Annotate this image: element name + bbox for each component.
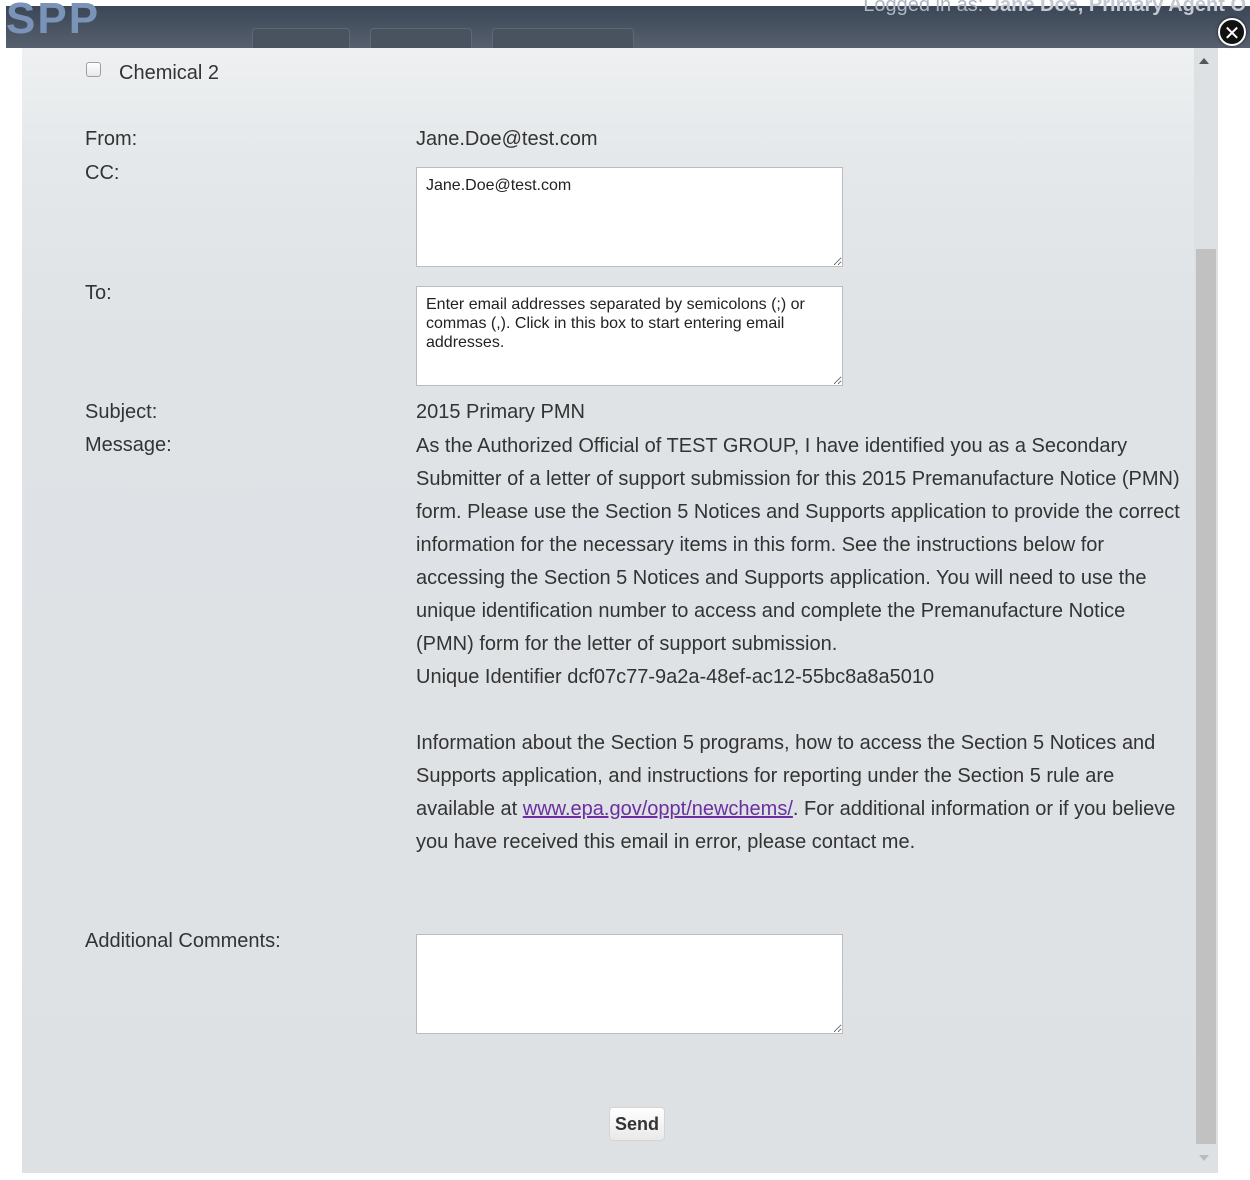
- epa-newchems-link[interactable]: www.epa.gov/oppt/newchems/: [523, 798, 793, 820]
- additional-comments-field[interactable]: [416, 934, 843, 1034]
- modal-scrollbar[interactable]: [1194, 48, 1218, 1173]
- to-label: To:: [85, 282, 112, 304]
- from-label: From:: [85, 128, 138, 150]
- modal-content: Chemical 2 From: Jane.Doe@test.com CC: J…: [22, 48, 1194, 1173]
- cc-label: CC:: [85, 162, 120, 184]
- from-value: Jane.Doe@test.com: [416, 128, 598, 150]
- send-button[interactable]: Send: [609, 1107, 665, 1141]
- message-paragraph: Information about the Section 5 programs…: [416, 727, 1186, 859]
- app-header-background: SPP Logged in as: Jane Doe, Primary Agen…: [6, 0, 1250, 50]
- app-logo: SPP: [6, 0, 101, 43]
- cc-field[interactable]: Jane.Doe@test.com: [416, 167, 843, 267]
- unique-identifier: Unique Identifier dcf07c77-9a2a-48ef-ac1…: [416, 666, 935, 688]
- header-tab: [370, 28, 472, 50]
- chemical-2-checkbox[interactable]: [86, 62, 101, 77]
- additional-comments-label: Additional Comments:: [85, 930, 281, 952]
- message-paragraph: As the Authorized Official of TEST GROUP…: [416, 435, 1180, 655]
- logged-in-prefix: Logged in as:: [863, 0, 989, 16]
- send-email-modal: Chemical 2 From: Jane.Doe@test.com CC: J…: [22, 48, 1218, 1173]
- to-field[interactable]: [416, 286, 843, 386]
- chemical-2-label: Chemical 2: [119, 62, 220, 84]
- logged-in-user: Jane Doe, Primary Agent O: [988, 0, 1246, 16]
- header-tab: [492, 28, 634, 50]
- scroll-up-icon[interactable]: [1199, 58, 1209, 64]
- message-body: As the Authorized Official of TEST GROUP…: [416, 430, 1186, 859]
- scrollbar-thumb[interactable]: [1196, 249, 1216, 1144]
- close-icon[interactable]: ✕: [1218, 18, 1246, 46]
- logged-in-status: Logged in as: Jane Doe, Primary Agent O: [863, 0, 1246, 17]
- header-tab: [252, 28, 350, 50]
- scroll-down-icon[interactable]: [1199, 1155, 1209, 1161]
- message-label: Message:: [85, 434, 172, 456]
- subject-value: 2015 Primary PMN: [416, 401, 585, 423]
- subject-label: Subject:: [85, 401, 158, 423]
